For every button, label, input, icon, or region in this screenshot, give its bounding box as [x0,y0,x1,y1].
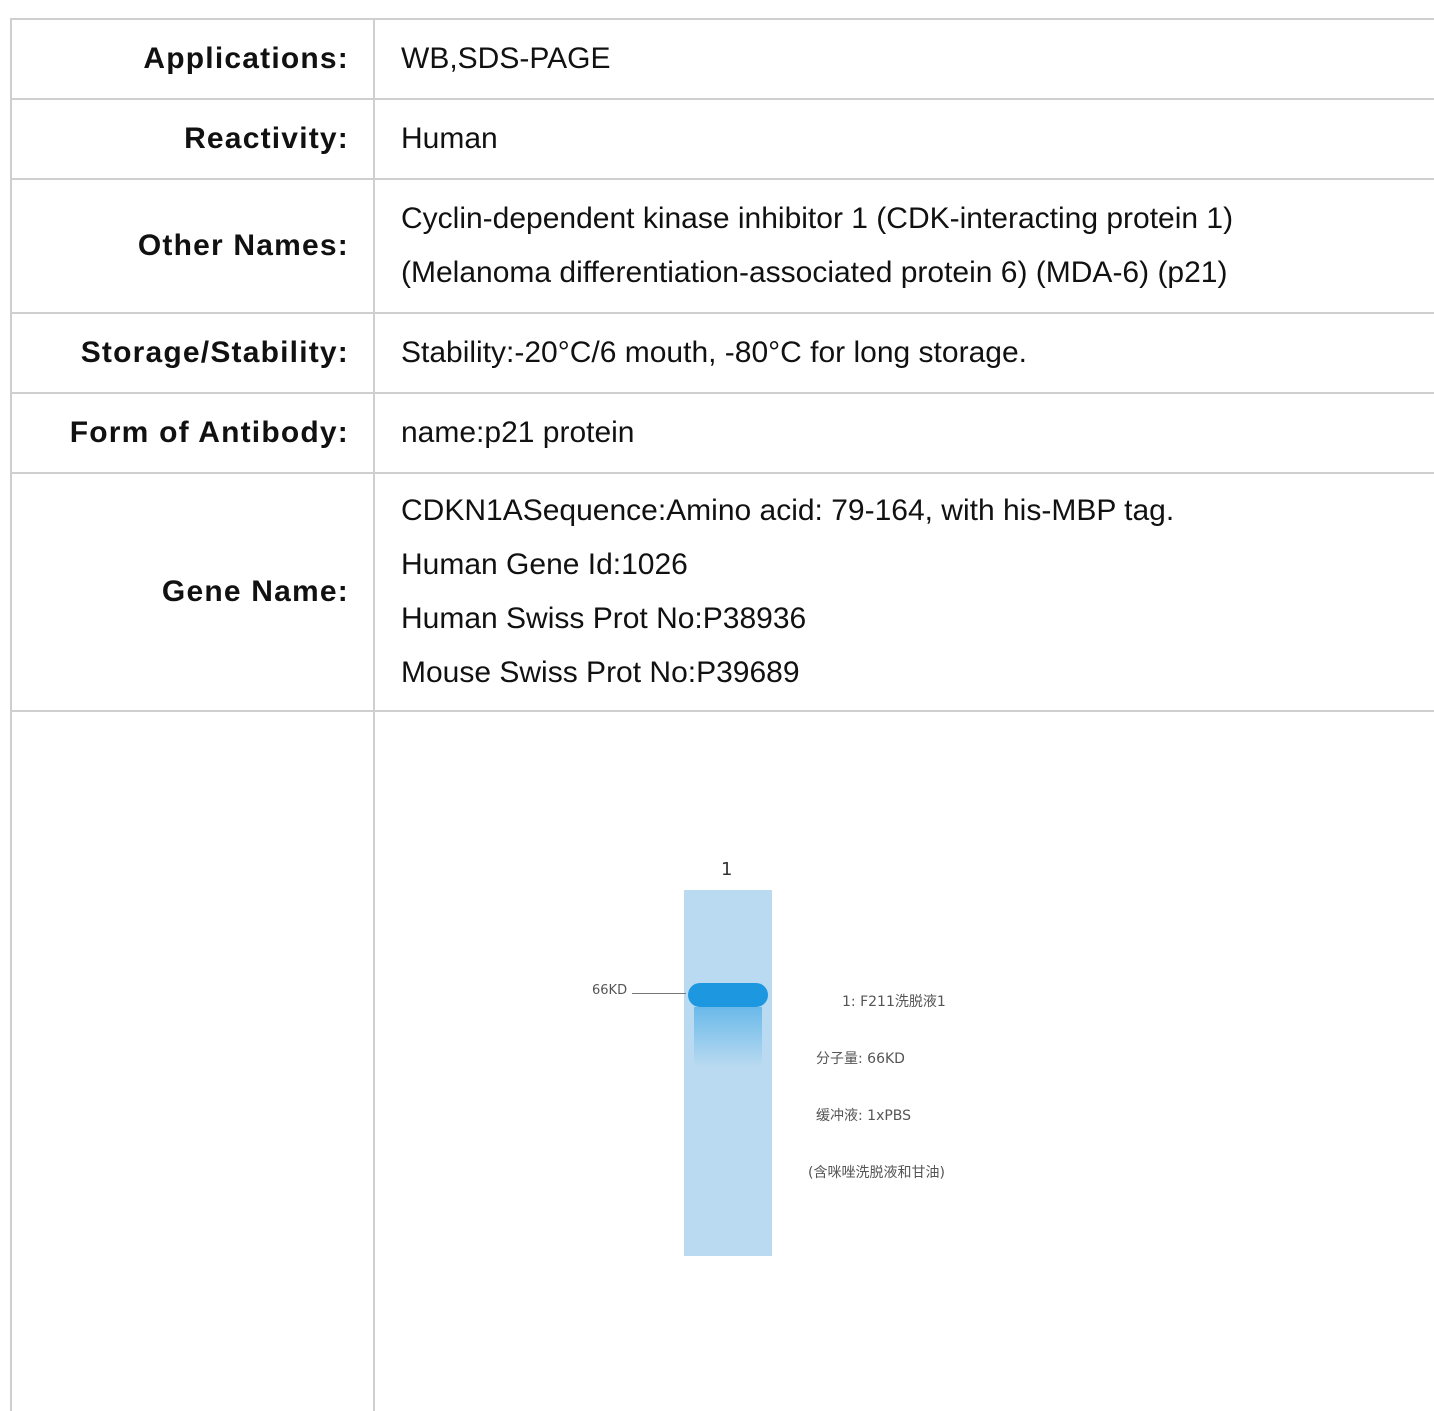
row-storage: Storage/Stability: Stability:-20°C/6 mou… [10,312,1434,394]
gene-value: CDKN1ASequence:Amino acid: 79-164, with … [373,472,1434,712]
storage-label: Storage/Stability: [10,312,375,394]
applications-label: Applications: [10,18,375,100]
gel-lane [684,890,772,1256]
other-names-label: Other Names: [10,178,375,314]
gene-label: Gene Name: [10,472,375,712]
row-other-names: Other Names: Cyclin-dependent kinase inh… [10,178,1434,314]
gel-legend: 1: F211洗脱液1 分子量: 66KD 缓冲液: 1xPBS (含咪唑洗脱液… [808,955,946,1221]
gel-legend-line: 1: F211洗脱液1 [842,994,946,1010]
row-gene-name: Gene Name: CDKN1ASequence:Amino acid: 79… [10,472,1434,712]
gel-marker-line [632,993,686,994]
other-names-line: (Melanoma differentiation-associated pro… [401,256,1228,289]
reactivity-label: Reactivity: [10,98,375,180]
gel-protein-band [688,983,768,1007]
image-label-empty [10,710,375,1411]
form-value: name:p21 protein [373,392,1434,474]
gel-legend-line: 缓冲液: 1xPBS [816,1108,912,1124]
row-form-of-antibody: Form of Antibody: name:p21 protein [10,392,1434,474]
applications-value: WB,SDS-PAGE [373,18,1434,100]
storage-value: Stability:-20°C/6 mouth, -80°C for long … [373,312,1434,394]
row-reactivity: Reactivity: Human [10,98,1434,180]
other-names-line: Cyclin-dependent kinase inhibitor 1 (CDK… [401,202,1234,235]
row-applications: Applications: WB,SDS-PAGE [10,18,1434,100]
gene-line: CDKN1ASequence:Amino acid: 79-164, with … [401,494,1175,527]
reactivity-value: Human [373,98,1434,180]
gel-marker-label: 66KD [592,983,628,998]
gel-legend-line: (含咪唑洗脱液和甘油) [808,1165,945,1181]
gel-smear [694,1007,762,1067]
gene-line: Human Gene Id:1026 [401,548,688,581]
other-names-value: Cyclin-dependent kinase inhibitor 1 (CDK… [373,178,1434,314]
gene-line: Mouse Swiss Prot No:P39689 [401,656,800,689]
gene-line: Human Swiss Prot No:P38936 [401,602,807,635]
gel-legend-line: 分子量: 66KD [816,1051,905,1067]
sds-page-gel-image: 1 66KD 1: F211洗脱液1 分子量: 66KD 缓冲液: 1xPBS … [580,855,1020,1265]
gel-lane-label: 1 [721,859,733,880]
form-label: Form of Antibody: [10,392,375,474]
